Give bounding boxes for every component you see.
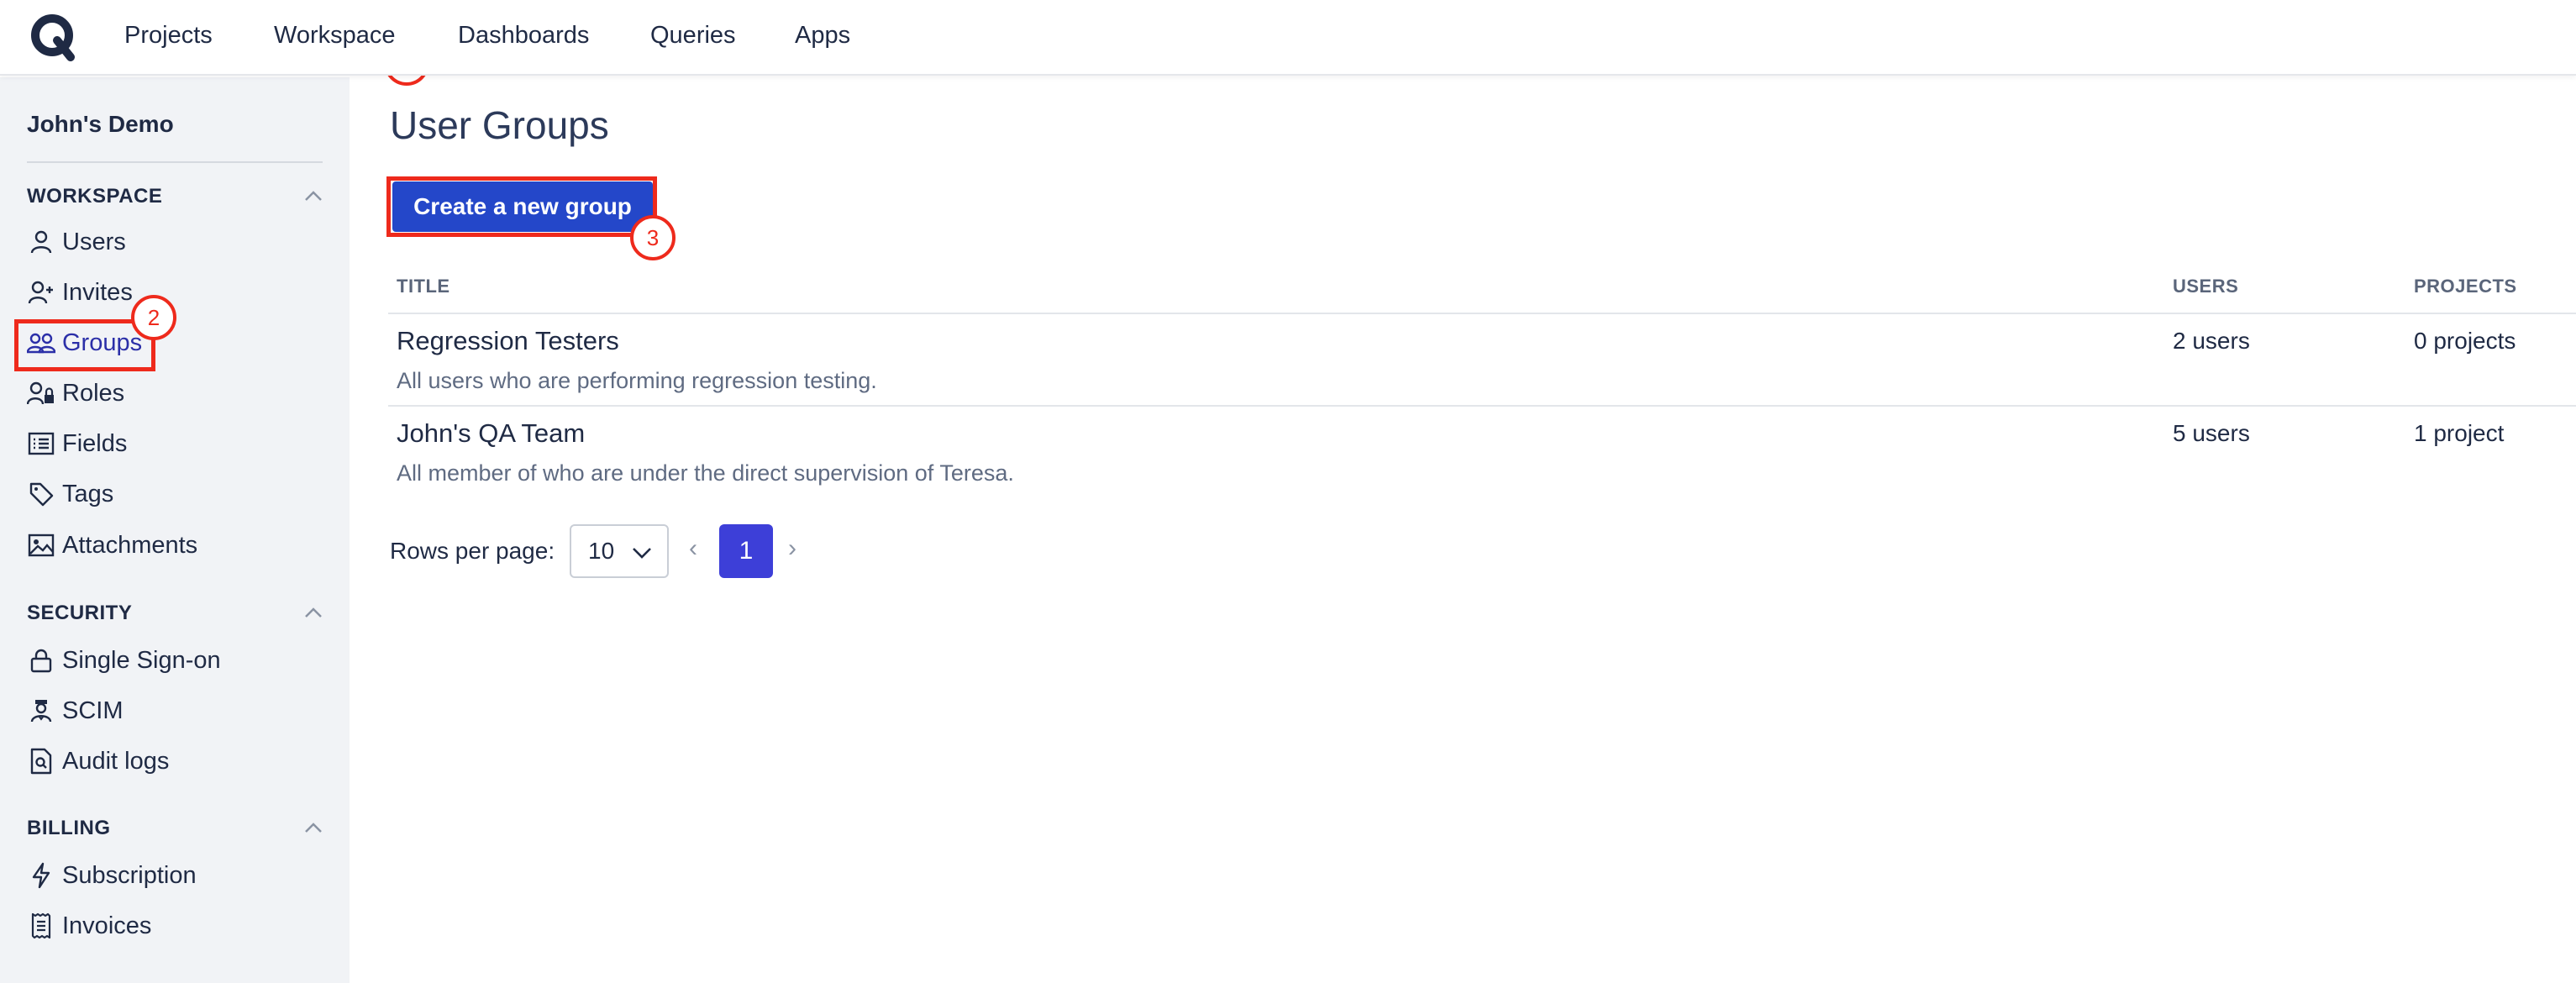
- tag-icon: [27, 480, 55, 508]
- lock-icon: [27, 646, 55, 675]
- group-projects-count: 0 projects: [2414, 328, 2516, 354]
- rows-per-page-select[interactable]: 10: [570, 524, 669, 578]
- sidebar-item-label: Invoices: [62, 912, 152, 939]
- sidebar-item-label: SCIM: [62, 697, 124, 724]
- sidebar-item-label: Subscription: [62, 861, 197, 889]
- column-header-title[interactable]: TITLE: [397, 276, 450, 297]
- rows-per-page-value: 10: [588, 538, 615, 564]
- sidebar-divider: [27, 161, 323, 163]
- group-users-count: 5 users: [2173, 420, 2250, 446]
- sidebar-item-audit-logs[interactable]: Audit logs: [27, 744, 169, 778]
- chevron-up-icon[interactable]: [304, 190, 323, 202]
- app-logo-icon[interactable]: [29, 12, 79, 62]
- chevron-up-icon[interactable]: [304, 822, 323, 833]
- list-icon: [27, 429, 55, 458]
- page-title: User Groups: [390, 103, 609, 147]
- sidebar-item-label: Attachments: [62, 531, 198, 559]
- nav-dashboards[interactable]: Dashboards: [458, 22, 589, 50]
- group-title[interactable]: Regression Testers: [397, 326, 619, 356]
- group-users-count: 2 users: [2173, 328, 2250, 354]
- receipt-icon: [27, 912, 55, 940]
- user-lock-icon: [27, 379, 55, 407]
- sidebar-item-label: Roles: [62, 379, 125, 407]
- sidebar-item-label: Single Sign-on: [62, 646, 221, 674]
- column-header-users[interactable]: USERS: [2173, 276, 2238, 297]
- rows-per-page-label: Rows per page:: [390, 538, 555, 564]
- next-page-button[interactable]: ›: [788, 534, 796, 563]
- column-header-projects[interactable]: PROJECTS: [2414, 276, 2517, 297]
- workspace-name: John's Demo: [27, 111, 174, 137]
- user-icon: [27, 228, 55, 256]
- sidebar-item-users[interactable]: Users: [27, 225, 126, 259]
- nav-projects[interactable]: Projects: [124, 22, 213, 50]
- table-row-divider: [388, 405, 2576, 407]
- nav-queries[interactable]: Queries: [650, 22, 736, 50]
- image-icon: [27, 531, 55, 560]
- chevron-up-icon[interactable]: [304, 607, 323, 618]
- sidebar-item-tags[interactable]: Tags: [27, 477, 113, 511]
- group-title[interactable]: John's QA Team: [397, 418, 585, 449]
- sidebar-item-invoices[interactable]: Invoices: [27, 909, 151, 943]
- page-1-button[interactable]: 1: [719, 524, 773, 578]
- bolt-icon: [27, 861, 55, 890]
- sidebar-item-single-sign-on[interactable]: Single Sign-on: [27, 644, 221, 677]
- sidebar-item-label: Audit logs: [62, 747, 170, 775]
- table-header-divider: [388, 313, 2576, 314]
- section-billing-title[interactable]: BILLING: [27, 817, 111, 840]
- group-projects-count: 1 project: [2414, 420, 2505, 446]
- section-security-title[interactable]: SECURITY: [27, 602, 132, 625]
- sidebar-item-fields[interactable]: Fields: [27, 427, 127, 460]
- section-workspace-title[interactable]: WORKSPACE: [27, 185, 162, 208]
- chevron-down-icon: [633, 548, 651, 559]
- annotation-box-3: [386, 176, 657, 237]
- top-navbar: Projects Workspace Dashboards Queries Ap…: [0, 0, 2576, 76]
- nav-workspace[interactable]: Workspace: [274, 22, 396, 50]
- annotation-badge-3: 3: [630, 215, 676, 260]
- sidebar-item-label: Invites: [62, 278, 133, 306]
- group-description: All member of who are under the direct s…: [397, 460, 1014, 486]
- user-plus-icon: [27, 278, 55, 307]
- user-badge-icon: [27, 697, 55, 725]
- sidebar-item-subscription[interactable]: Subscription: [27, 859, 197, 892]
- prev-page-button[interactable]: ‹: [689, 534, 697, 563]
- sidebar-item-roles[interactable]: Roles: [27, 376, 124, 410]
- sidebar-item-scim[interactable]: SCIM: [27, 694, 124, 728]
- sidebar-item-attachments[interactable]: Attachments: [27, 528, 197, 562]
- sidebar: John's Demo WORKSPACE Users Invites Grou…: [0, 77, 350, 983]
- nav-apps[interactable]: Apps: [795, 22, 850, 50]
- sidebar-item-invites[interactable]: Invites: [27, 276, 133, 309]
- group-description: All users who are performing regression …: [397, 368, 877, 393]
- annotation-badge-2: 2: [131, 295, 176, 340]
- sidebar-item-label: Fields: [62, 429, 128, 457]
- sidebar-item-label: Tags: [62, 480, 114, 507]
- sidebar-item-label: Users: [62, 228, 126, 255]
- file-search-icon: [27, 747, 55, 775]
